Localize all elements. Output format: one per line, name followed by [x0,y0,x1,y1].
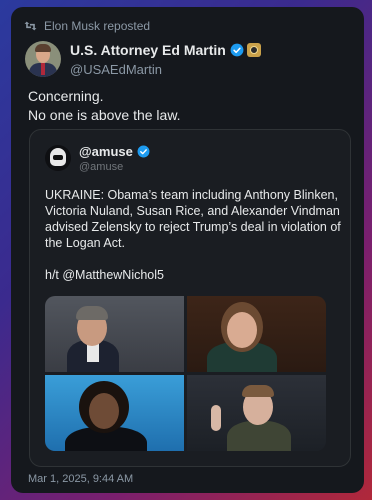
post-text: Concerning. No one is above the law. [28,87,181,125]
author-handle[interactable]: @USAEdMartin [70,62,261,77]
quoted-author[interactable]: @amuse @amuse [45,143,150,173]
repost-icon [24,21,37,31]
quoted-text-line: the Logan Act. [45,236,125,250]
photo[interactable] [45,296,184,372]
quoted-post[interactable]: @amuse @amuse UKRAINE: Obama’s team incl… [29,129,351,467]
post-author[interactable]: U.S. Attorney Ed Martin @USAEdMartin [25,41,261,77]
author-name[interactable]: U.S. Attorney Ed Martin [70,42,226,58]
quoted-author-name[interactable]: @amuse [79,144,133,159]
hat-tip: h/t @MatthewNichol5 [45,268,164,282]
post-text-line: No one is above the law. [28,107,181,123]
photo[interactable] [187,375,326,451]
post-text-line: Concerning. [28,88,104,104]
avatar[interactable] [25,41,61,77]
post-card[interactable]: Elon Musk reposted U.S. Attorney Ed Mart… [11,7,364,493]
photo[interactable] [187,296,326,372]
quoted-avatar[interactable] [45,145,71,171]
quoted-text-line: advised Zelensky to reject Trump’s deal … [45,220,341,234]
repost-indicator[interactable]: Elon Musk reposted [24,18,150,34]
quoted-text-line: UKRAINE: Obama’s team including Anthony … [45,188,338,202]
photo-grid[interactable] [45,296,326,451]
photo[interactable] [45,375,184,451]
verified-badge-icon [230,43,244,57]
quoted-text-line: Victoria Nuland, Susan Rice, and Alexand… [45,204,340,218]
verified-badge-icon [137,145,150,157]
quoted-text: UKRAINE: Obama’s team including Anthony … [45,187,345,283]
repost-label: Elon Musk reposted [44,19,151,33]
post-timestamp[interactable]: Mar 1, 2025, 9:44 AM [28,473,133,485]
government-seal-icon [246,43,261,57]
quoted-author-handle[interactable]: @amuse [79,161,150,173]
